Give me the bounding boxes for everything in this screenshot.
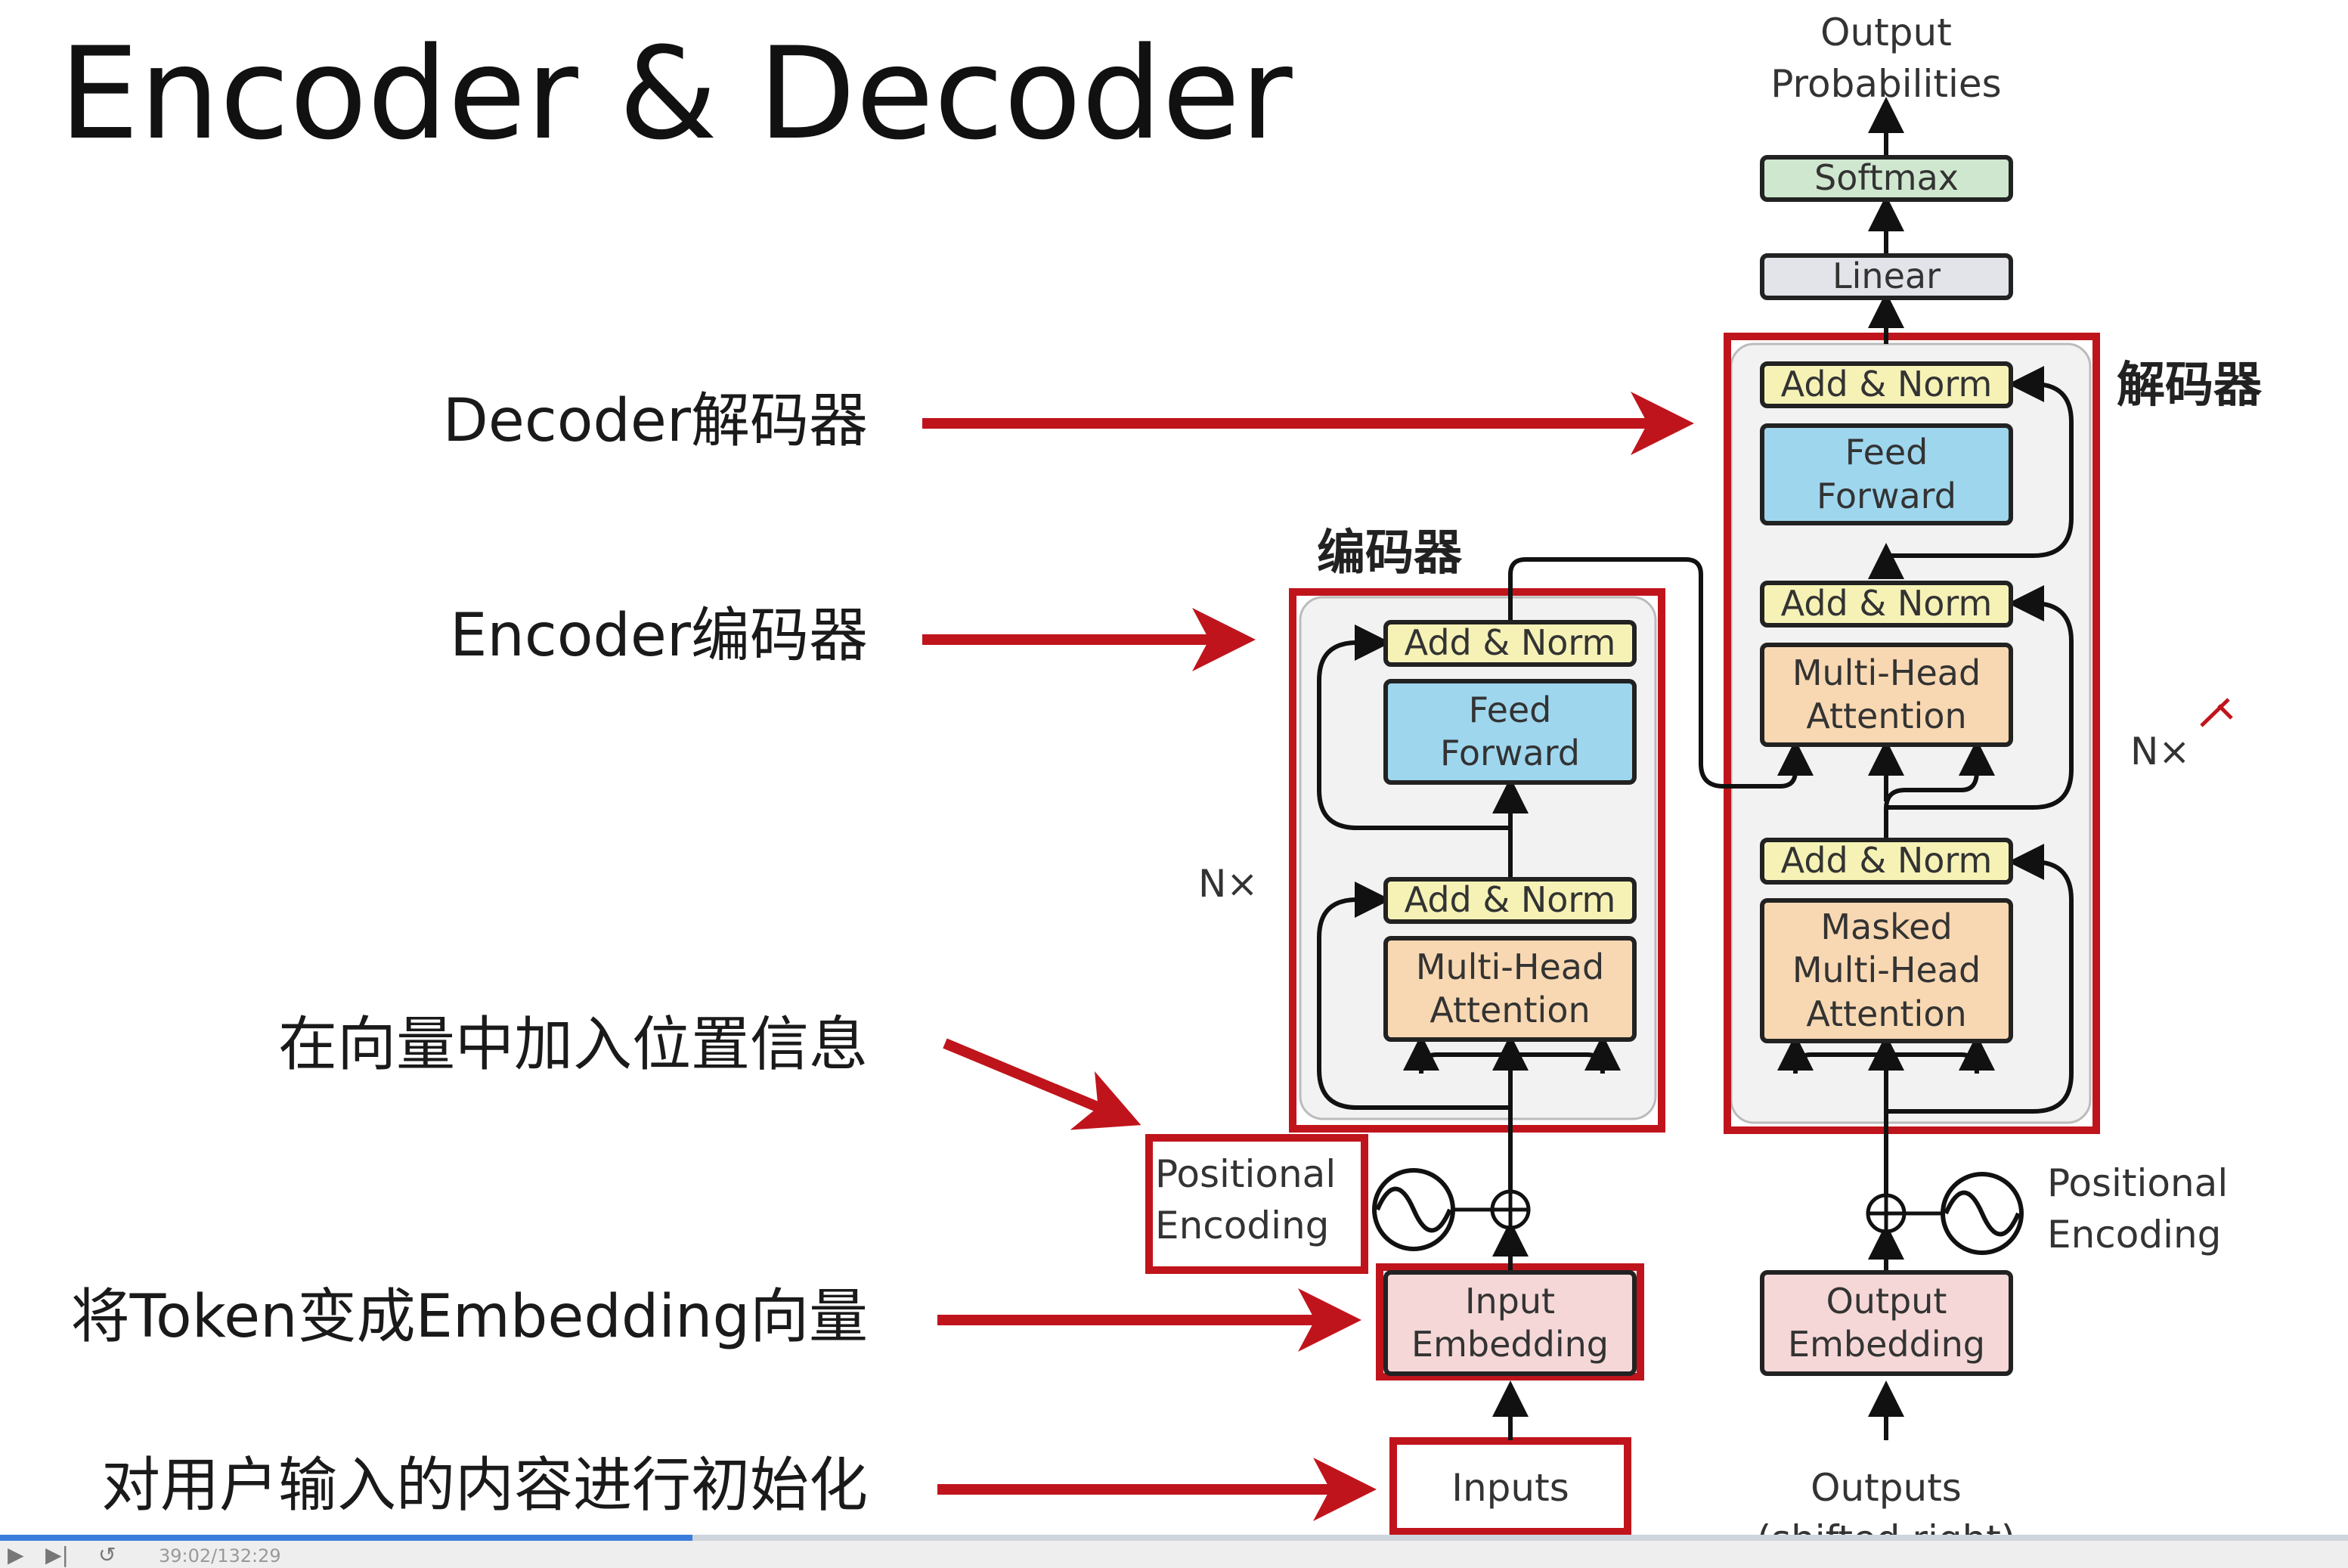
- linear-block: Linear: [1760, 253, 2013, 300]
- encoder-nx-label: N×: [1198, 862, 1259, 906]
- video-player-bar: ▶ ▶| ↺ 39:02/132:29: [0, 1535, 2348, 1568]
- encoder-add-norm-top: Add & Norm: [1383, 620, 1637, 667]
- decoder-positional-encoding-label: Positional Encoding: [2047, 1161, 2229, 1257]
- replay-icon[interactable]: ↺: [98, 1542, 116, 1567]
- encoder-positional-encoding-label: Positional Encoding: [1155, 1152, 1337, 1247]
- decoder-cn-label: 解码器: [2117, 358, 2262, 414]
- decoder-add-norm-top: Add & Norm: [1760, 361, 2013, 408]
- positional-arrow: [943, 1038, 1141, 1130]
- encoder-multi-head-attention: Multi-Head Attention: [1383, 936, 1637, 1042]
- decoder-feed-forward: Feed Forward: [1760, 423, 2013, 525]
- decoder-nx-label: N×: [2130, 730, 2191, 773]
- encoder-cn-label: 编码器: [1317, 525, 1462, 581]
- decoder-multi-head-attention: Multi-Head Attention: [1760, 643, 2013, 747]
- decoder-add-norm-middle: Add & Norm: [1760, 581, 2013, 628]
- timecode: 39:02/132:29: [159, 1545, 281, 1566]
- encoder-feed-forward: Feed Forward: [1383, 679, 1637, 785]
- output-embedding: Output Embedding: [1760, 1270, 2013, 1376]
- softmax-block: Softmax: [1760, 155, 2013, 202]
- pen-icon: [2200, 698, 2233, 727]
- next-icon[interactable]: ▶|: [45, 1542, 69, 1567]
- input-embedding: Input Embedding: [1383, 1270, 1637, 1376]
- play-icon[interactable]: ▶: [8, 1542, 24, 1567]
- progress-fill: [0, 1535, 693, 1541]
- inputs-label: Inputs: [1451, 1466, 1569, 1510]
- decoder-masked-attention: Masked Multi-Head Attention: [1760, 898, 2013, 1043]
- encoder-add-norm-bottom: Add & Norm: [1383, 877, 1637, 924]
- output-probabilities-label: Output Probabilities: [1770, 11, 2002, 106]
- decoder-add-norm-bottom: Add & Norm: [1760, 838, 2013, 885]
